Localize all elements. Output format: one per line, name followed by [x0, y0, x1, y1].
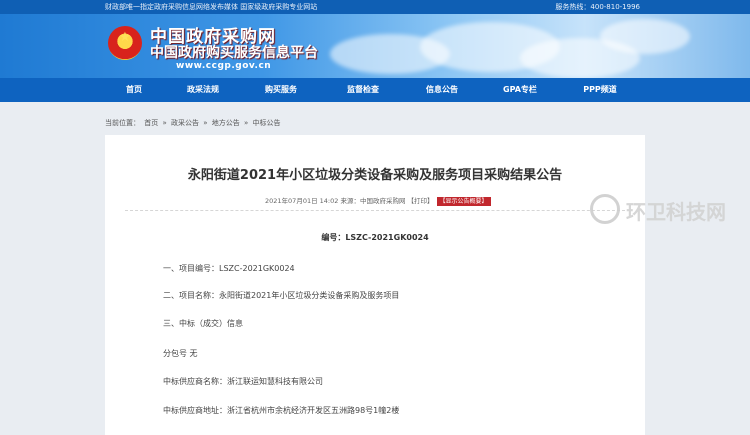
publish-info: 2021年07月01日 14:02 来源：中国政府采购网 【打印】	[265, 197, 434, 205]
project-number-line: 一、项目编号：LSZC-2021GK0024	[163, 264, 295, 273]
article-meta: 2021年07月01日 14:02 来源：中国政府采购网 【打印】 【显示公告概要…	[265, 195, 491, 206]
national-emblem-icon[interactable]	[108, 26, 142, 60]
breadcrumb-award[interactable]: 中标公告	[253, 119, 281, 127]
site-subtitle: 中国政府购买服务信息平台	[150, 45, 318, 61]
show-summary-button[interactable]: 【显示公告概要】	[436, 197, 491, 206]
service-hotline: 服务热线：400-810-1996	[555, 3, 640, 11]
nav-ppp[interactable]: PPP频道	[570, 78, 630, 102]
breadcrumb: 当前位置： 首页 » 政采公告 » 地方公告 » 中标公告	[105, 118, 283, 128]
top-info-bar: 财政部唯一指定政府采购信息网络发布媒体 国家级政府采购专业网站 服务热线：400…	[0, 0, 750, 14]
site-slogan: 财政部唯一指定政府采购信息网络发布媒体 国家级政府采购专业网站	[105, 3, 318, 11]
divider	[125, 210, 625, 211]
announcement-number: 编号：LSZC-2021GK0024	[321, 233, 429, 242]
leaf-logo-icon	[590, 194, 620, 224]
award-info-heading: 三、中标（成交）信息	[163, 319, 243, 328]
project-name-line: 二、项目名称：永阳街道2021年小区垃圾分类设备采购及服务项目	[163, 291, 400, 300]
nav-purchase-services[interactable]: 购买服务	[251, 78, 311, 102]
watermark: 环卫科技网	[590, 192, 750, 232]
site-banner: 中国政府采购网 中国政府购买服务信息平台 www.ccgp.gov.cn	[0, 14, 750, 78]
nav-supervision[interactable]: 监督检查	[333, 78, 393, 102]
breadcrumb-announcements[interactable]: 政采公告	[171, 119, 199, 127]
article-card: 永阳街道2021年小区垃圾分类设备采购及服务项目采购结果公告 2021年07月0…	[105, 135, 645, 435]
nav-gpa[interactable]: GPA专栏	[490, 78, 550, 102]
breadcrumb-home[interactable]: 首页	[144, 119, 158, 127]
cloud-decoration	[600, 19, 690, 54]
nav-announcements[interactable]: 信息公告	[412, 78, 472, 102]
nav-regulations[interactable]: 政采法规	[173, 78, 233, 102]
breadcrumb-separator: »	[244, 119, 249, 127]
package-number-line: 分包号 无	[163, 349, 198, 358]
watermark-text: 环卫科技网	[626, 200, 726, 224]
breadcrumb-prefix: 当前位置：	[105, 119, 140, 127]
supplier-address-line: 中标供应商地址：浙江省杭州市余杭经济开发区五洲路98号1幢2楼	[163, 406, 400, 415]
main-nav: 首页 政采法规 购买服务 监督检查 信息公告 GPA专栏 PPP频道	[0, 78, 750, 102]
nav-home[interactable]: 首页	[104, 78, 164, 102]
site-url: www.ccgp.gov.cn	[176, 61, 272, 71]
breadcrumb-local[interactable]: 地方公告	[212, 119, 240, 127]
breadcrumb-separator: »	[162, 119, 167, 127]
article-title: 永阳街道2021年小区垃圾分类设备采购及服务项目采购结果公告	[187, 168, 563, 183]
supplier-name-line: 中标供应商名称：浙江联运知慧科技有限公司	[163, 377, 323, 386]
breadcrumb-separator: »	[203, 119, 208, 127]
